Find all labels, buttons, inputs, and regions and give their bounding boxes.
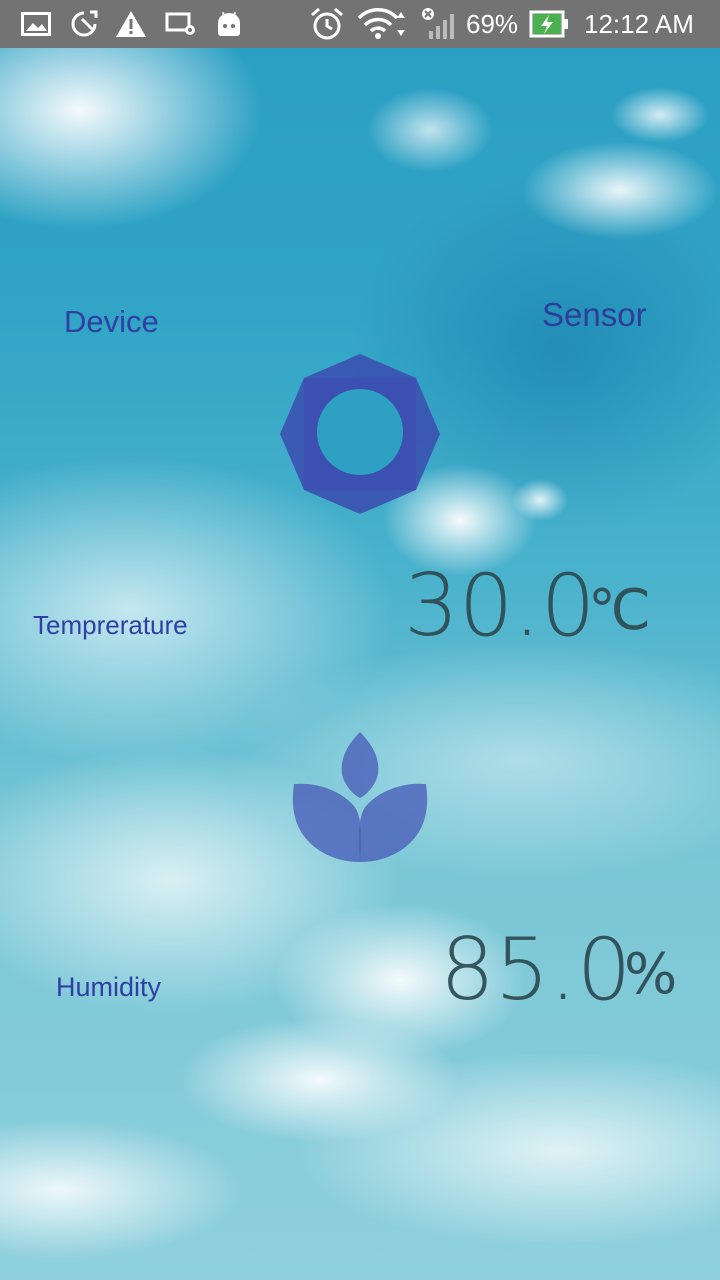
humidity-unit: %	[624, 942, 678, 1007]
wifi-icon	[356, 0, 412, 48]
warning-icon	[114, 0, 148, 48]
battery-charging-icon	[528, 0, 570, 48]
status-bar: 69% 12:12 AM	[0, 0, 720, 48]
temperature-label: Temprerature	[33, 610, 188, 640]
no-signal-icon	[418, 0, 458, 48]
gallery-icon	[20, 0, 52, 48]
humidity-value: 85.0	[440, 920, 632, 1020]
battery-percent: 69%	[466, 9, 519, 39]
android-icon	[212, 0, 246, 48]
sensor-label: Sensor	[542, 296, 647, 333]
screen-settings-icon	[164, 0, 198, 48]
clock-time: 12:12 AM	[584, 9, 694, 39]
weather-background: 69% 12:12 AM Device Sensor Temprerature …	[0, 0, 720, 1280]
device-label: Device	[64, 304, 159, 339]
temperature-unit: ℃	[588, 578, 651, 643]
alarm-icon	[308, 0, 346, 48]
plant-leaf-icon	[290, 728, 430, 868]
brightness-sun-icon	[280, 354, 440, 514]
humidity-label: Humidity	[56, 972, 162, 1002]
device-update-icon	[68, 0, 100, 48]
temperature-value: 30.0	[404, 556, 596, 656]
